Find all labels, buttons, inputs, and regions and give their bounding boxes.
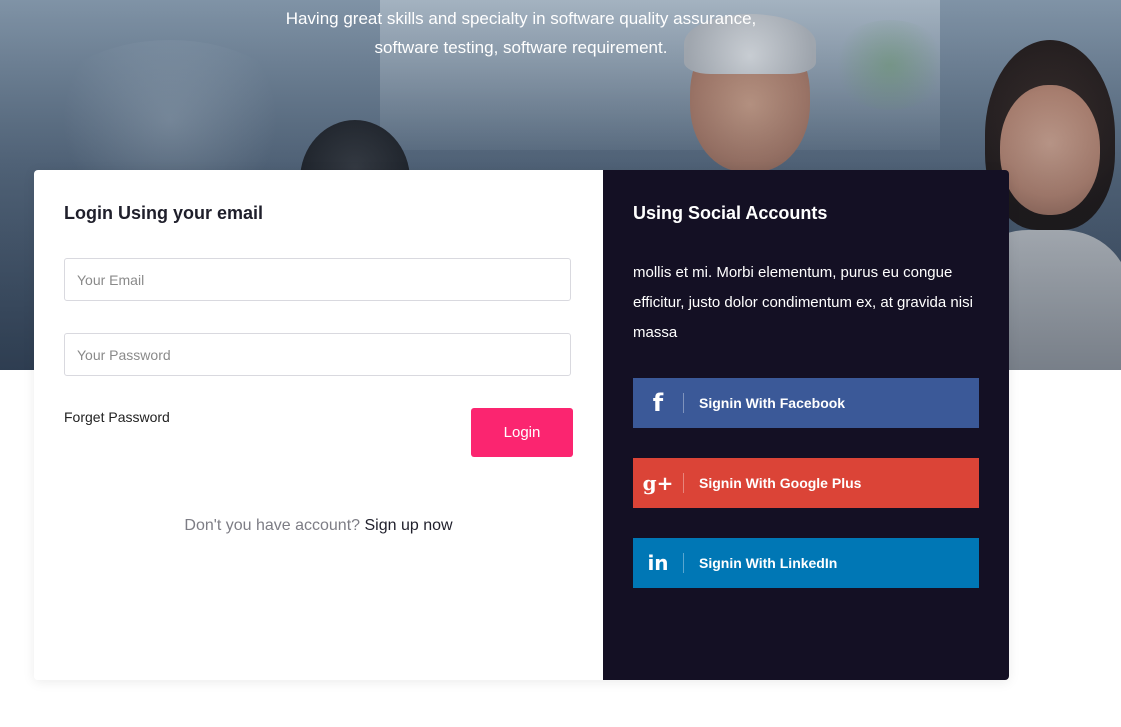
button-divider xyxy=(683,553,684,573)
button-divider xyxy=(683,393,684,413)
login-button[interactable]: Login xyxy=(471,408,573,457)
facebook-signin-button[interactable]: f Signin With Facebook xyxy=(633,378,979,428)
social-login-panel: Using Social Accounts mollis et mi. Morb… xyxy=(603,170,1009,680)
signup-prompt: Don't you have account? Sign up now xyxy=(34,517,603,535)
social-login-title: Using Social Accounts xyxy=(633,203,828,223)
signup-link[interactable]: Sign up now xyxy=(365,517,453,534)
linkedin-signin-button[interactable]: in Signin With LinkedIn xyxy=(633,538,979,588)
google-plus-icon: g+ xyxy=(642,471,674,495)
facebook-icon: f xyxy=(652,389,664,417)
hero-tagline-line-1: Having great skills and specialty in sof… xyxy=(285,9,757,28)
email-login-title: Login Using your email xyxy=(64,203,264,223)
forget-password-link[interactable]: Forget Password xyxy=(64,409,170,425)
login-card: Login Using your email Forget Password L… xyxy=(34,170,1009,680)
linkedin-icon: in xyxy=(647,551,669,575)
hero-tagline-line-2: software testing, software requirement. xyxy=(374,38,668,57)
google-plus-signin-label: Signin With Google Plus xyxy=(699,475,862,491)
linkedin-signin-label: Signin With LinkedIn xyxy=(699,555,838,571)
email-field[interactable] xyxy=(64,258,571,301)
social-description: mollis et mi. Morbi elementum, purus eu … xyxy=(633,264,973,341)
signup-prompt-text: Don't you have account? xyxy=(184,517,361,534)
hero-tagline: Having great skills and specialty in sof… xyxy=(200,4,842,62)
facebook-signin-label: Signin With Facebook xyxy=(699,395,846,411)
google-plus-signin-button[interactable]: g+ Signin With Google Plus xyxy=(633,458,979,508)
password-field[interactable] xyxy=(64,333,571,376)
button-divider xyxy=(683,473,684,493)
email-login-panel: Login Using your email Forget Password L… xyxy=(34,170,603,680)
